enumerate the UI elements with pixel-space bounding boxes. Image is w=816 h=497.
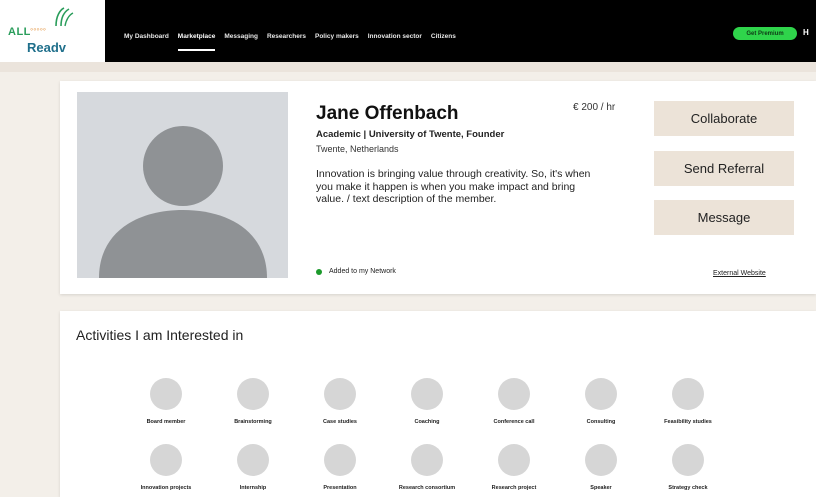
activity-label: Research consortium [398, 485, 456, 491]
activity-item[interactable]: Coaching [379, 378, 475, 425]
profile-description: Innovation is bringing value through cre… [316, 168, 591, 205]
activity-label: Conference call [493, 419, 535, 425]
nav-sub-strip [0, 62, 816, 72]
collaborate-button[interactable]: Collaborate [654, 101, 794, 136]
activity-label: Brainstorming [234, 419, 272, 425]
activity-icon [150, 378, 182, 410]
activity-item[interactable]: Internship [205, 444, 301, 491]
activity-icon [498, 378, 530, 410]
activity-icon [498, 444, 530, 476]
message-button[interactable]: Message [654, 200, 794, 235]
activity-item[interactable]: Presentation [292, 444, 388, 491]
network-status: Added to my Network [316, 268, 396, 275]
profile-name: Jane Offenbach [316, 103, 459, 124]
activity-label: Research project [491, 485, 537, 491]
nav-overflow-item[interactable]: H [803, 28, 809, 37]
activity-icon [585, 444, 617, 476]
nav-policy-makers[interactable]: Policy makers [315, 33, 359, 51]
get-premium-button[interactable]: Get Premium [733, 27, 797, 40]
network-status-label: Added to my Network [329, 268, 396, 275]
profile-location: Twente, Netherlands [316, 144, 399, 154]
activity-icon [672, 444, 704, 476]
activities-card: Activities I am Interested in Board memb… [60, 311, 816, 497]
nav-my-dashboard[interactable]: My Dashboard [124, 33, 169, 51]
activity-label: Board member [146, 419, 186, 425]
activity-item[interactable]: Consulting [553, 378, 649, 425]
nav-innovation-sector[interactable]: Innovation sector [368, 33, 422, 51]
activity-label: Speaker [590, 485, 612, 491]
activity-label: Strategy check [668, 485, 708, 491]
activity-icon [150, 444, 182, 476]
activity-label: Feasibility studies [664, 419, 712, 425]
activity-icon [324, 444, 356, 476]
activity-item[interactable]: Strategy check [640, 444, 736, 491]
send-referral-button[interactable]: Send Referral [654, 151, 794, 186]
profile-role: Academic | University of Twente, Founder [316, 129, 505, 140]
activity-item[interactable]: Board member [118, 378, 214, 425]
activity-label: Consulting [586, 419, 616, 425]
top-navigation-bar: ALL ◦◦◦◦◦ Readv My Dashboard Marketplace… [0, 0, 816, 62]
user-silhouette-icon [99, 126, 267, 278]
activity-item[interactable]: Innovation projects [118, 444, 214, 491]
activity-icon [324, 378, 356, 410]
activity-label: Coaching [414, 419, 440, 425]
hourly-rate: € 200 / hr [573, 102, 616, 113]
nav-researchers[interactable]: Researchers [267, 33, 306, 51]
leaf-icon [55, 7, 74, 27]
avatar [77, 92, 288, 278]
activity-item[interactable]: Conference call [466, 378, 562, 425]
activity-label: Presentation [323, 485, 357, 491]
activity-icon [585, 378, 617, 410]
external-website-link[interactable]: External Website [713, 270, 766, 277]
activity-item[interactable]: Research consortium [379, 444, 475, 491]
logo-text-bottom: Readv [27, 40, 67, 55]
activity-icon [672, 378, 704, 410]
main-nav: My Dashboard Marketplace Messaging Resea… [124, 33, 456, 51]
status-dot-icon [316, 268, 322, 275]
nav-marketplace[interactable]: Marketplace [177, 33, 216, 51]
activity-item[interactable]: Case studies [292, 378, 388, 425]
activity-icon [411, 444, 443, 476]
profile-card: Jane Offenbach € 200 / hr Academic | Uni… [60, 81, 816, 294]
app-logo[interactable]: ALL ◦◦◦◦◦ Readv [0, 0, 105, 62]
nav-messaging[interactable]: Messaging [224, 33, 258, 51]
activity-icon [411, 378, 443, 410]
activity-item[interactable]: Brainstorming [205, 378, 301, 425]
activity-label: Case studies [323, 419, 357, 425]
logo-dots: ◦◦◦◦◦ [30, 24, 46, 34]
activity-item[interactable]: Speaker [553, 444, 649, 491]
activity-label: Internship [239, 485, 267, 491]
activity-icon [237, 378, 269, 410]
activities-title: Activities I am Interested in [76, 327, 244, 343]
activity-label: Innovation projects [140, 485, 192, 491]
activity-item[interactable]: Research project [466, 444, 562, 491]
logo-text-top: ALL [8, 26, 31, 38]
activity-icon [237, 444, 269, 476]
nav-citizens[interactable]: Citizens [431, 33, 456, 51]
activity-item[interactable]: Feasibility studies [640, 378, 736, 425]
